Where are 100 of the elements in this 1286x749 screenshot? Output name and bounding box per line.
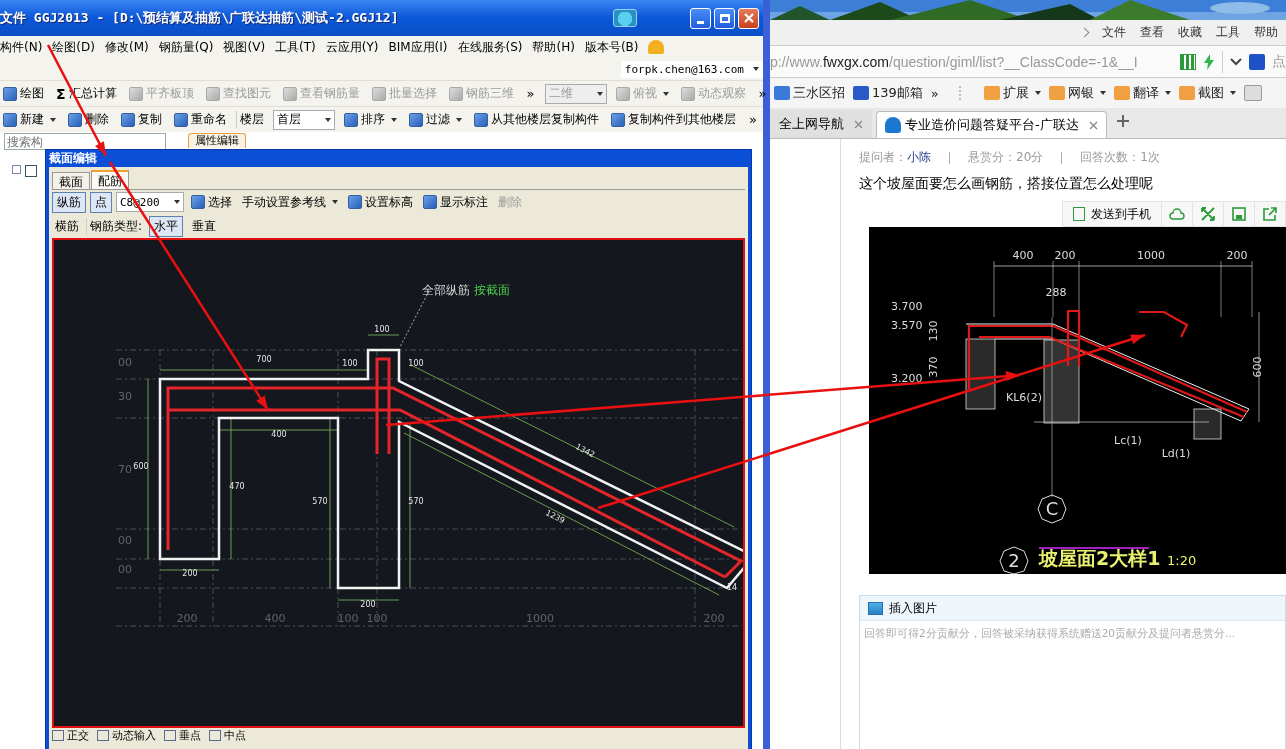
level-label: 00: [118, 563, 132, 576]
phone-icon: [1073, 207, 1085, 221]
level-label: 00: [118, 534, 132, 547]
answer-count: 回答次数：1次: [1080, 149, 1160, 166]
tab[interactable]: 截面: [52, 172, 90, 189]
toolbar-button[interactable]: 从其他楼层复制构件: [471, 110, 602, 129]
toolbar-button[interactable]: 网银: [1048, 84, 1106, 102]
status-toggle[interactable]: 正交: [52, 727, 89, 743]
tree-node-icon[interactable]: [25, 165, 37, 177]
chevron-down-icon[interactable]: [1230, 56, 1242, 67]
dimension-label: 200: [360, 600, 376, 609]
toolbar-button[interactable]: 选择: [188, 192, 235, 212]
rebar-type-label: 钢筋类型:: [86, 217, 146, 235]
menu-item[interactable]: 收藏: [1178, 24, 1202, 41]
more-button[interactable]: »: [930, 85, 939, 101]
dimension-label: 600: [1251, 356, 1264, 378]
qr-code-icon[interactable]: [1180, 53, 1196, 70]
status-toggle[interactable]: 动态输入: [97, 727, 156, 743]
share-icon[interactable]: [1255, 201, 1286, 227]
account-dropdown[interactable]: forpk.chen@163.com: [620, 60, 763, 78]
image-icon[interactable]: [868, 601, 883, 615]
toolbar-button[interactable]: 过滤: [406, 110, 465, 129]
address-field[interactable]: p://www.fwxgx.com/question/giml/list?__ClassCode=-1&__I: [770, 53, 1173, 70]
menu-item[interactable]: 帮助(H): [532, 38, 575, 56]
member-label: KL6(2): [1006, 391, 1042, 404]
toolbar-button[interactable]: 复制: [118, 110, 165, 129]
toolbar-button[interactable]: 设置标高: [345, 192, 416, 212]
status-toggle[interactable]: 中点: [209, 727, 246, 743]
tool-icon: [3, 86, 17, 101]
close-icon[interactable]: [854, 119, 863, 129]
answer-box[interactable]: 插入图片 回答即可得2分贡献分，回答被采纳获得系统赠送20贡献分及提问者悬赏分...: [859, 595, 1286, 749]
menu-item[interactable]: 修改(M): [104, 38, 149, 56]
tool-icon: [1113, 86, 1130, 100]
menu-item[interactable]: 版本号(B): [584, 38, 639, 56]
detail-marker: [999, 546, 1029, 574]
insert-image-link[interactable]: 插入图片: [889, 599, 937, 617]
menu-item[interactable]: BIM应用(I): [388, 38, 448, 56]
menu-item[interactable]: 帮助: [1254, 24, 1278, 41]
detail-number: 2: [1008, 550, 1020, 571]
dimension-label: 14: [726, 583, 738, 592]
dimension-label: 400: [1012, 249, 1034, 262]
save-icon[interactable]: [1224, 201, 1255, 227]
toolbar-button[interactable]: 新建: [0, 110, 59, 129]
axis-label: 200: [703, 612, 725, 625]
menu-item[interactable]: 钢筋量(Q): [158, 38, 214, 56]
menu-button[interactable]: 手动设置参考线: [239, 192, 341, 212]
send-to-phone-button[interactable]: 发送到手机: [1062, 201, 1162, 227]
axis-label: 1000: [526, 612, 554, 625]
bookmark[interactable]: 139邮箱: [853, 84, 923, 102]
asker-link[interactable]: 小陈: [907, 149, 931, 166]
close-button[interactable]: [738, 7, 759, 29]
toggle-button[interactable]: 纵筋: [52, 191, 86, 213]
level-label: 3.570: [891, 319, 923, 332]
toolbar-button[interactable]: 重命名: [171, 110, 230, 129]
close-icon[interactable]: [1088, 120, 1098, 130]
tab[interactable]: 配筋: [91, 170, 129, 189]
toggle-button[interactable]: 点: [90, 191, 112, 213]
more-button[interactable]: »: [522, 86, 539, 101]
menu-item[interactable]: 工具: [1216, 24, 1240, 41]
dimension-label: 400: [271, 430, 287, 439]
minimize-button[interactable]: [690, 7, 711, 29]
gamepad-icon[interactable]: [1243, 85, 1262, 101]
section-link[interactable]: 按截面: [474, 283, 510, 297]
toolbar-button[interactable]: 绘图: [0, 84, 47, 103]
toolbar-button[interactable]: 显示标注: [420, 192, 491, 212]
cloud-icon[interactable]: [1162, 201, 1193, 227]
menu-item[interactable]: 视图(V): [223, 38, 266, 56]
menu-item[interactable]: 在线服务(S): [457, 38, 523, 56]
browser-tab[interactable]: 全上网导航: [770, 110, 872, 138]
more-button[interactable]: »: [745, 112, 761, 127]
status-toggle[interactable]: 垂点: [164, 727, 201, 743]
tool-icon: [68, 112, 82, 127]
menu-item[interactable]: 构件(N): [0, 38, 43, 56]
dimension-label: 130: [927, 320, 940, 342]
menu-item[interactable]: 绘图(D): [52, 38, 95, 56]
menu-item[interactable]: 工具(T): [275, 38, 316, 56]
toolbar-button[interactable]: 横筋: [52, 216, 82, 236]
maximize-button[interactable]: [714, 7, 735, 29]
toolbar-button[interactable]: 翻译: [1113, 84, 1171, 102]
dimension-label: 600: [133, 462, 149, 471]
fullscreen-icon[interactable]: [1193, 201, 1224, 227]
lightning-icon[interactable]: [1203, 53, 1215, 70]
tool-icon: [474, 112, 488, 127]
dropdown[interactable]: 首层: [273, 109, 335, 130]
face-icon[interactable]: [613, 9, 637, 27]
panel-tab[interactable]: 属性编辑: [188, 133, 246, 148]
paw-icon[interactable]: [1249, 53, 1265, 70]
toolbar-button[interactable]: 排序: [341, 110, 400, 129]
bookmark[interactable]: 三水区招: [774, 84, 845, 102]
toolbar-button[interactable]: 截图: [1178, 84, 1236, 102]
toolbar-button[interactable]: 复制构件到其他楼层: [608, 110, 739, 129]
toolbar-button[interactable]: 扩展: [983, 84, 1041, 102]
toggle-button[interactable]: 垂直: [187, 215, 222, 237]
tool-icon: [205, 86, 220, 101]
toggle-button[interactable]: 水平: [149, 215, 184, 237]
menu-item[interactable]: 云应用(Y): [325, 38, 379, 56]
collapse-icon[interactable]: [12, 165, 21, 174]
menu-item[interactable]: 查看: [1140, 24, 1164, 41]
menu-item[interactable]: 文件: [1102, 24, 1126, 41]
browser-tab[interactable]: 专业造价问题答疑平台-广联达: [876, 111, 1107, 138]
